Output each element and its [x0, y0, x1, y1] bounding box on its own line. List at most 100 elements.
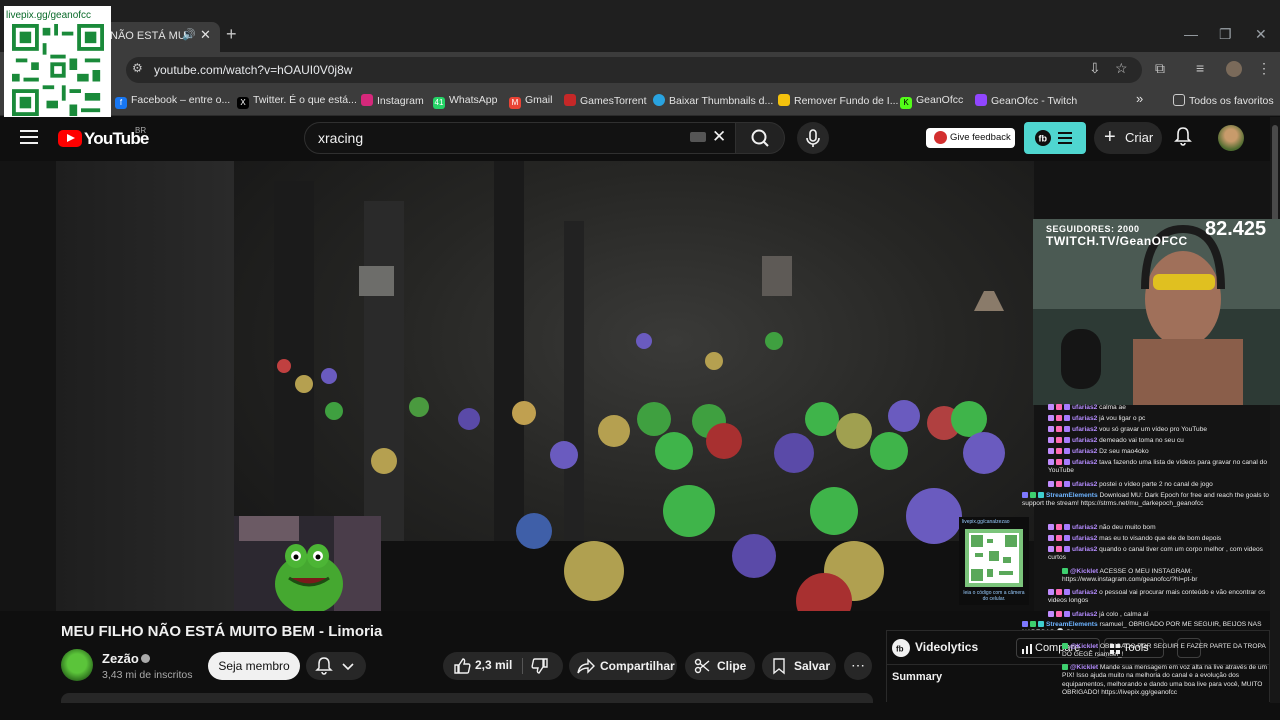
bookmark-gmail[interactable]: M Gmail	[509, 94, 552, 109]
subscription-bell-button[interactable]	[306, 652, 366, 680]
new-tab-icon[interactable]: +	[226, 24, 237, 45]
bookmark-instagram[interactable]: Instagram	[361, 94, 424, 107]
chat-message: ufarias2 tava fazendo uma lista de vídeo…	[1048, 459, 1268, 475]
share-icon	[577, 658, 595, 674]
scissors-icon	[694, 658, 710, 674]
bookmark-remove-bg[interactable]: Remover Fundo de I...	[778, 94, 898, 107]
summary-heading[interactable]: Summary	[892, 671, 942, 683]
clip-button[interactable]: Clipe	[685, 652, 755, 680]
bookmark-facebook[interactable]: f Facebook – entre o...	[115, 94, 230, 109]
clear-search-icon[interactable]: ✕	[712, 127, 726, 147]
chat-message: ufarias2 mas eu to visando que ele de bo…	[1048, 535, 1268, 543]
svg-text:fb: fb	[1039, 134, 1048, 144]
channel-name[interactable]: Zezão	[102, 651, 139, 666]
bookmark-twitch[interactable]: GeanOfcc - Twitch	[975, 94, 1077, 107]
create-button[interactable]: + Criar	[1094, 122, 1162, 154]
bell-icon	[315, 657, 333, 671]
search-input-value[interactable]: xracing	[318, 130, 363, 146]
channel-avatar[interactable]	[61, 649, 93, 681]
bookmark-star-icon[interactable]: ☆	[1115, 60, 1128, 77]
thumbs-down-icon	[531, 658, 548, 674]
description-box[interactable]	[61, 693, 873, 703]
save-button[interactable]: Salvar	[762, 652, 836, 680]
plus-icon: +	[1104, 126, 1116, 148]
remove-bg-icon	[778, 94, 790, 106]
share-button[interactable]: Compartilhar	[569, 652, 677, 680]
like-button[interactable]	[453, 657, 471, 678]
join-button[interactable]: Seja membro	[208, 652, 300, 680]
more-actions-icon[interactable]: ⋯	[844, 652, 872, 680]
give-feedback-button[interactable]: Give feedback	[926, 128, 1015, 148]
kick-icon: K	[900, 97, 912, 109]
media-controls-icon[interactable]: ≡	[1196, 60, 1204, 76]
bookmark-thumbnails[interactable]: Baixar Thumbnails d...	[653, 94, 773, 107]
chat-message: ufarias2 postei o vídeo parte 2 no canal…	[1048, 481, 1268, 489]
youtube-logo-icon[interactable]	[58, 130, 82, 147]
microphone-icon	[806, 129, 820, 147]
like-divider	[522, 658, 523, 674]
video-letterbox-left	[56, 161, 234, 611]
feedback-logo-icon	[934, 131, 947, 144]
hamburger-menu-icon[interactable]	[20, 130, 38, 144]
bar-chart-icon	[1022, 644, 1032, 654]
folder-icon	[1173, 94, 1185, 106]
dislike-button[interactable]	[531, 657, 549, 678]
bookmark-whatsapp[interactable]: 41 WhatsApp	[433, 94, 497, 109]
keyboard-icon[interactable]	[690, 132, 706, 142]
chat-message: @Kicklet Mande sua mensagem em voz alta …	[1062, 664, 1268, 697]
extensions-icon[interactable]: ⧉	[1155, 60, 1165, 77]
facebook-icon: f	[115, 97, 127, 109]
more-bookmarks-icon[interactable]: »	[1136, 91, 1143, 106]
restore-icon[interactable]: ❐	[1219, 26, 1232, 43]
install-app-icon[interactable]: ⇩	[1089, 60, 1101, 77]
browser-menu-icon[interactable]: ⋮	[1257, 60, 1271, 77]
all-bookmarks[interactable]: Todos os favoritos	[1173, 94, 1274, 107]
close-window-icon[interactable]: ✕	[1255, 26, 1267, 43]
chat-message: ufarias2 vou só gravar um vídeo pro YouT…	[1048, 426, 1268, 434]
chat-message: ufarias2 calma ae	[1048, 404, 1268, 412]
minimize-icon[interactable]: —	[1184, 26, 1198, 42]
chat-message: ufarias2 Dz seu mao4oko	[1048, 448, 1268, 456]
instagram-icon	[361, 94, 373, 106]
twitch-overlay: TWITCH.TV/GeanOFCC	[1046, 234, 1188, 248]
close-tab-icon[interactable]: ✕	[200, 27, 211, 43]
bookmark-twitter[interactable]: X Twitter. É o que está...	[237, 94, 357, 109]
subscriber-count: 3,43 mi de inscritos	[102, 669, 193, 681]
bookmark-kick[interactable]: K GeanOfcc	[900, 94, 963, 109]
thumbs-up-icon	[454, 658, 471, 674]
search-input[interactable]	[304, 122, 736, 154]
notifications-bell-icon[interactable]	[1174, 126, 1192, 151]
videolytics-toggle-button[interactable]: fb	[1024, 122, 1086, 154]
video-title: MEU FILHO NÃO ESTÁ MUITO BEM - Limoria	[61, 623, 383, 640]
like-count[interactable]: 2,3 mil	[475, 658, 512, 672]
whatsapp-icon: 41	[433, 97, 445, 109]
verified-icon	[141, 654, 150, 663]
gamestorrent-icon	[564, 94, 576, 106]
bookmark-icon	[773, 658, 785, 675]
profile-icon[interactable]	[1226, 61, 1242, 77]
user-avatar[interactable]	[1218, 125, 1244, 151]
chat-message: ufarias2 já colo , calma aí	[1048, 611, 1268, 619]
chat-message: ufarias2 não deu muito bom	[1048, 524, 1268, 532]
x-icon: X	[237, 97, 249, 109]
search-button[interactable]	[735, 122, 785, 154]
videolytics-logo-icon: fb	[892, 639, 910, 657]
livepix-stream-qr-caption: leia o código com a câmera do celular.	[963, 590, 1025, 602]
voice-search-button[interactable]	[797, 122, 829, 154]
browser-tab[interactable]: NÃO ESTÁ MUI 🔊 ✕	[100, 22, 220, 52]
speaker-icon[interactable]: 🔊	[182, 28, 196, 41]
livepix-stream-qr-text: livepix.gg/canalzezao	[962, 519, 1010, 525]
thumbnails-icon	[653, 94, 665, 106]
url-text[interactable]: youtube.com/watch?v=hOAUI0V0j8w	[154, 63, 352, 77]
qr-code-image	[12, 24, 104, 116]
svg-text:fb: fb	[896, 645, 904, 654]
chat-message: StreamElements Download MU: Dark Epoch f…	[1022, 492, 1269, 508]
viewer-count-overlay: 82.425	[1205, 218, 1267, 240]
site-info-icon[interactable]: ⚙	[132, 61, 143, 75]
chat-message: @Kicklet OBRIGADO POR SEGUIR E FAZER PAR…	[1062, 643, 1266, 659]
videolytics-menu-icon: fb	[1035, 130, 1072, 146]
country-code: BR	[135, 126, 147, 135]
tab-title: NÃO ESTÁ MUI	[110, 30, 189, 42]
livepix-qr-text: livepix.gg/geanofcc	[6, 10, 92, 21]
bookmark-gamestorrent[interactable]: GamesTorrent	[564, 94, 647, 107]
